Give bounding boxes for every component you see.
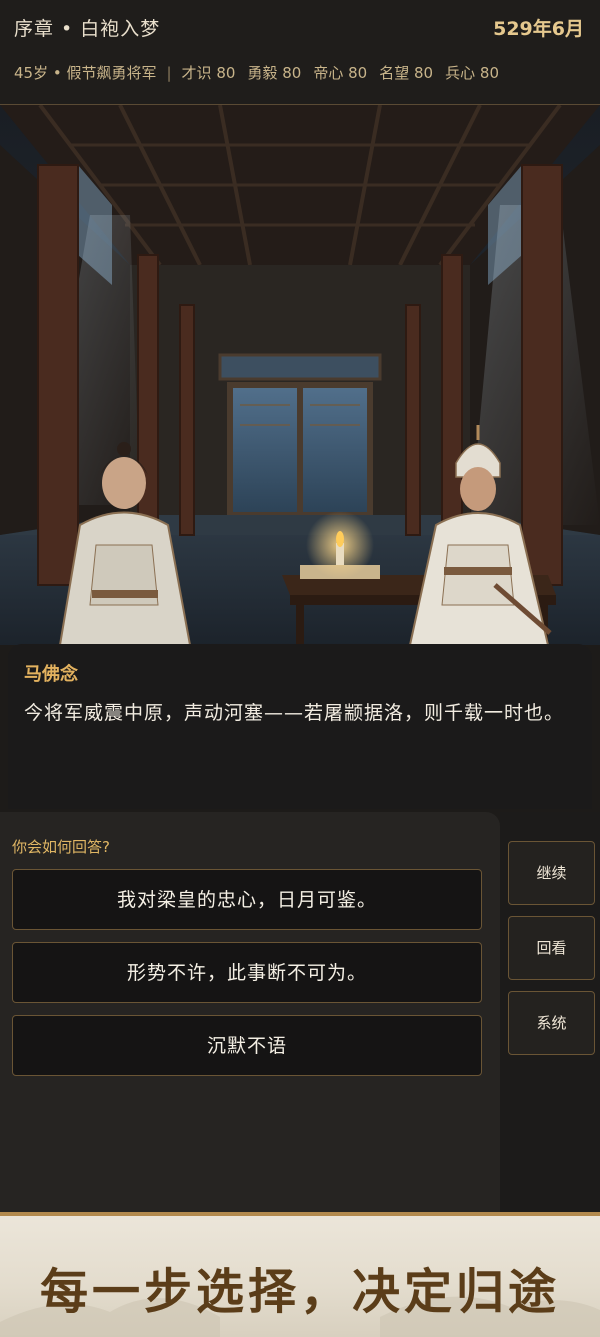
promo-banner: 每一步选择，决定归途 bbox=[0, 1212, 600, 1337]
scene-illustration bbox=[0, 105, 600, 645]
banner-slogan: 每一步选择，决定归途 bbox=[39, 1264, 560, 1320]
stat-courage: 勇毅 80 bbox=[247, 64, 302, 82]
stat-troop-morale: 兵心 80 bbox=[445, 64, 499, 82]
choice-option-silence[interactable]: 沉默不语 bbox=[12, 1015, 482, 1076]
chapter-title: 序章 • 白袍入梦 bbox=[14, 18, 161, 40]
stat-talent: 才识 80 bbox=[181, 64, 236, 82]
dialogue-box[interactable]: 马佛念 今将军威震中原，声动河塞——若屠颛据洛，则千载一时也。 bbox=[8, 644, 592, 809]
dialogue-text: 今将军威震中原，声动河塞——若屠颛据洛，则千载一时也。 bbox=[24, 702, 565, 724]
continue-button[interactable]: 继续 bbox=[508, 841, 595, 905]
character-stats: 45岁 • 假节飙勇将军 | 才识 80 勇毅 80 帝心 80 名望 80 兵心 80 bbox=[14, 62, 499, 83]
stat-emperor-favor: 帝心 80 bbox=[313, 64, 368, 82]
side-menu: 继续 回看 系统 bbox=[500, 812, 600, 1212]
game-date: 529年6月 bbox=[493, 18, 584, 40]
palace-hall-illustration bbox=[0, 105, 600, 645]
status-bar: 序章 • 白袍入梦 529年6月 45岁 • 假节飙勇将军 | 才识 80 勇毅 80… bbox=[0, 0, 600, 105]
choice-prompt: 你会如何回答? bbox=[12, 838, 110, 856]
choice-panel: 你会如何回答? 我对梁皇的忠心，日月可鉴。 形势不许，此事断不可为。 沉默不语 bbox=[0, 812, 500, 1212]
choice-option-refuse[interactable]: 形势不许，此事断不可为。 bbox=[12, 942, 482, 1003]
character-profile: 45岁 • 假节飙勇将军 bbox=[14, 64, 157, 82]
choice-option-loyalty[interactable]: 我对梁皇的忠心，日月可鉴。 bbox=[12, 869, 482, 930]
system-button[interactable]: 系统 bbox=[508, 991, 595, 1055]
review-button[interactable]: 回看 bbox=[508, 916, 595, 980]
stats-separator: | bbox=[166, 64, 172, 82]
stat-reputation: 名望 80 bbox=[379, 64, 434, 82]
speaker-name: 马佛念 bbox=[24, 664, 78, 685]
